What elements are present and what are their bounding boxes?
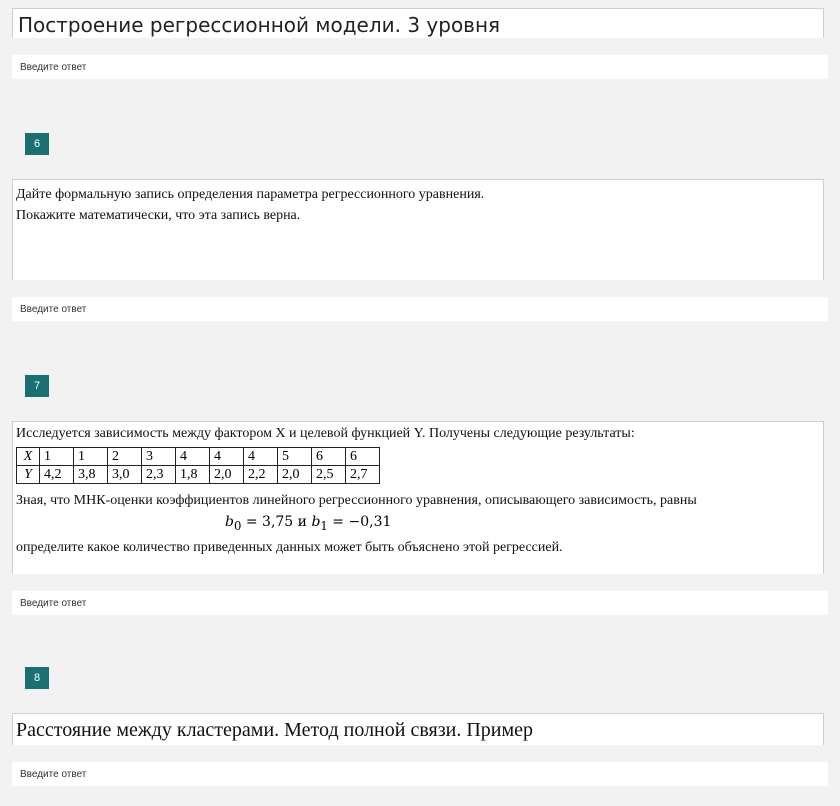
data-table-cell: 3,8 xyxy=(73,465,108,484)
question-8-text-box: Расстояние между кластерами. Метод полно… xyxy=(12,713,824,745)
question-6-number: 6 xyxy=(25,133,49,155)
question-8-number: 8 xyxy=(25,667,49,689)
data-table-row-y: Y 4,2 3,8 3,0 2,3 1,8 2,0 2,2 2,0 2,5 2,… xyxy=(16,465,380,484)
formula-conjunction: и xyxy=(297,514,307,530)
question-7-line-2: Зная, что МНК-оценки коэффициентов линей… xyxy=(16,493,697,508)
data-table-x-label: X xyxy=(16,447,40,466)
question-6-line-2: Покажите математически, что эта запись в… xyxy=(16,208,301,223)
answer-input-prev[interactable] xyxy=(12,55,828,79)
b0-value: 3,75 xyxy=(262,514,294,530)
data-table-cell: 4,2 xyxy=(39,465,74,484)
data-table-cell: 6 xyxy=(311,447,346,466)
question-8-header xyxy=(0,660,840,710)
question-prev-text-box: Построение регрессионной модели. 3 уровн… xyxy=(12,8,824,38)
data-table-row-x: X 1 1 2 3 4 4 4 5 6 6 xyxy=(16,447,380,466)
question-7-text-box: Исследуется зависимость между фактором X… xyxy=(12,421,824,574)
data-table-cell: 2,5 xyxy=(311,465,346,484)
data-table-cell: 1,8 xyxy=(175,465,210,484)
question-prev-text: Построение регрессионной модели. 3 уровн… xyxy=(18,13,501,37)
answer-input-7[interactable] xyxy=(12,591,828,615)
question-7-intro: Исследуется зависимость между фактором X… xyxy=(16,426,635,441)
data-table-cell: 2,0 xyxy=(209,465,244,484)
data-table-cell: 2,3 xyxy=(141,465,176,484)
b1-value: −0,31 xyxy=(348,514,392,530)
answer-input-6[interactable] xyxy=(12,297,828,321)
data-table-cell: 1 xyxy=(73,447,108,466)
data-table-cell: 2,7 xyxy=(345,465,380,484)
question-7-number: 7 xyxy=(25,375,49,397)
question-7-line-3: определите какое количество приведенных … xyxy=(16,540,563,555)
data-table-y-label: Y xyxy=(16,465,40,484)
answer-input-8[interactable] xyxy=(12,762,828,786)
data-table-cell: 4 xyxy=(243,447,278,466)
question-6-line-1: Дайте формальную запись определения пара… xyxy=(16,187,485,202)
data-table-cell: 3 xyxy=(141,447,176,466)
question-8-text: Расстояние между кластерами. Метод полно… xyxy=(16,719,534,741)
coefficient-formula: b0 = 3,75 и b1 = −0,31 xyxy=(225,514,392,533)
data-table-cell: 3,0 xyxy=(107,465,142,484)
data-table-cell: 2,2 xyxy=(243,465,278,484)
data-table-cell: 5 xyxy=(277,447,312,466)
data-table-cell: 4 xyxy=(209,447,244,466)
data-table-cell: 6 xyxy=(345,447,380,466)
data-table-cell: 2,0 xyxy=(277,465,312,484)
data-table-cell: 2 xyxy=(107,447,142,466)
question-6-header xyxy=(0,128,840,178)
data-table: X 1 1 2 3 4 4 4 5 6 6 Y 4,2 3,8 3,0 2,3 … xyxy=(16,447,380,484)
question-7-header xyxy=(0,367,840,417)
data-table-cell: 1 xyxy=(39,447,74,466)
data-table-cell: 4 xyxy=(175,447,210,466)
question-6-text-box: Дайте формальную запись определения пара… xyxy=(12,179,824,280)
